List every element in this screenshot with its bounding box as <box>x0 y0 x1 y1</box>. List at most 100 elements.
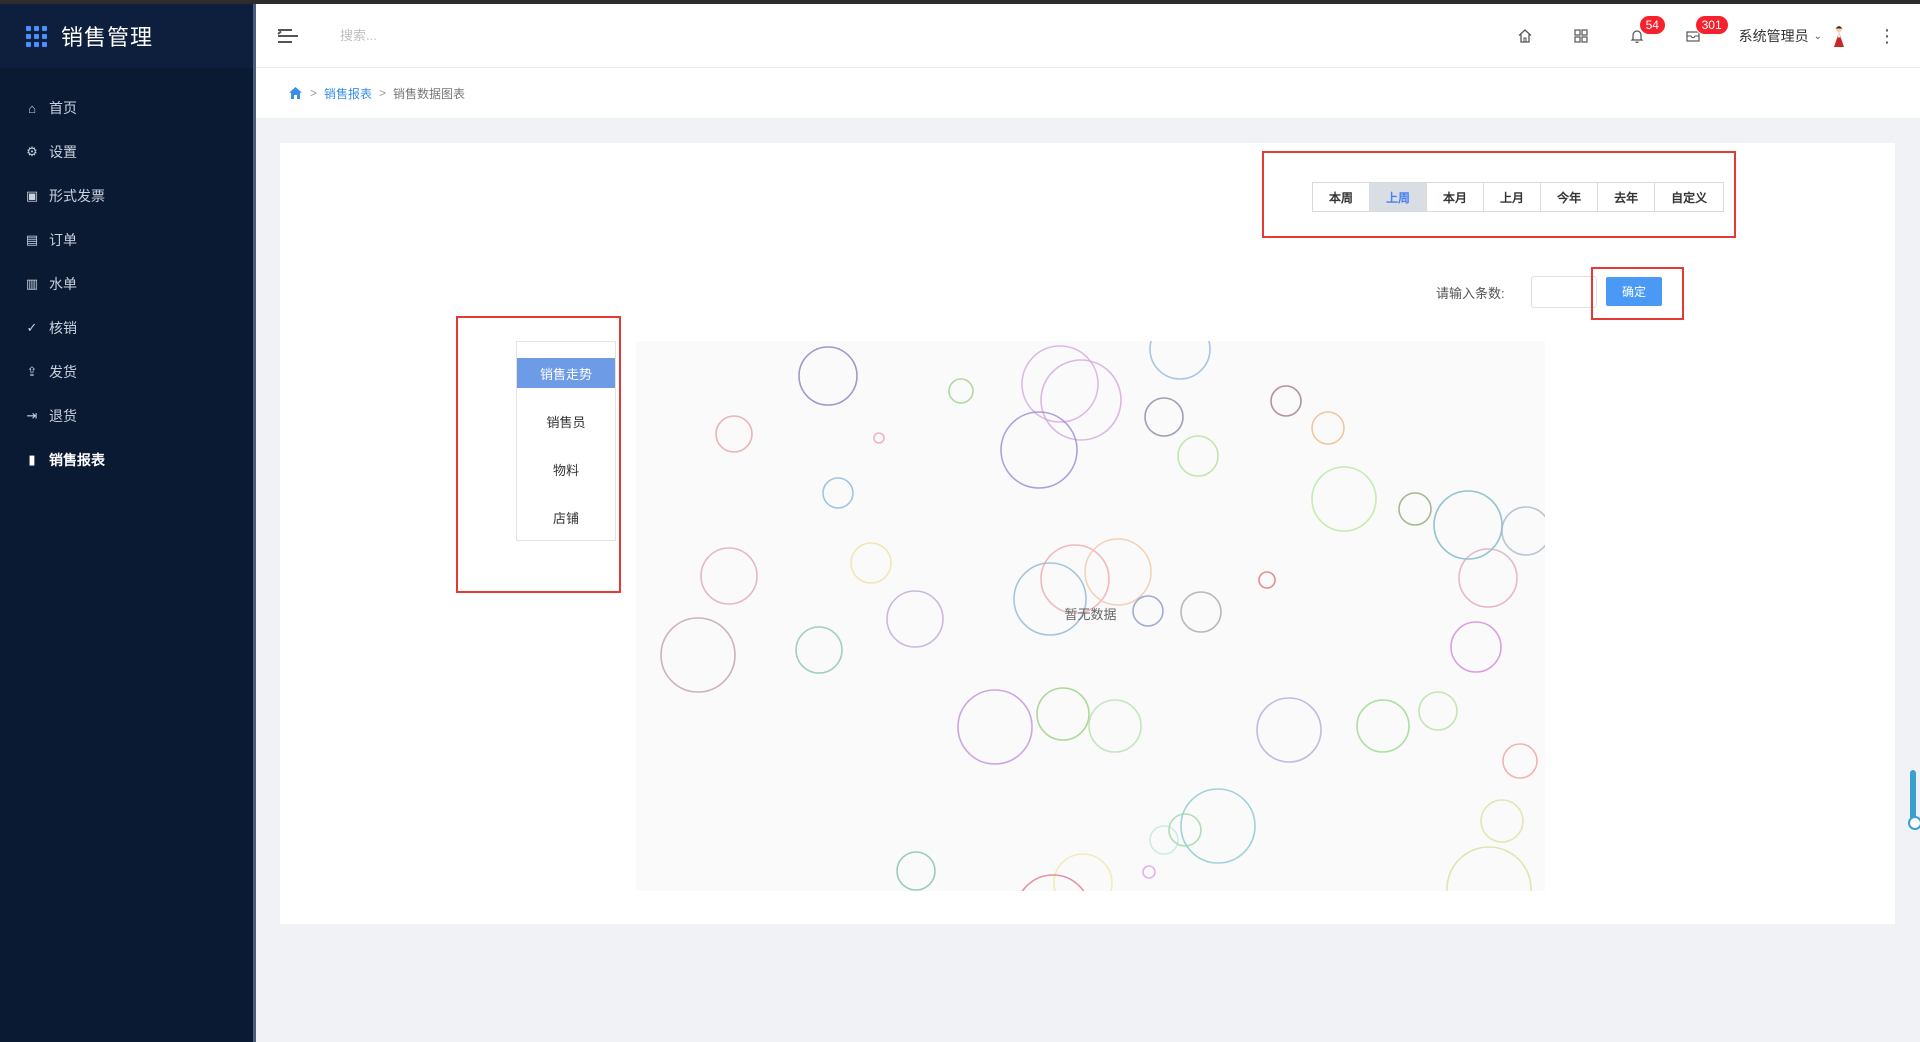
sidebar-item-4[interactable]: ▥ 水单 <box>0 262 253 306</box>
decorative-bubble <box>1501 506 1545 556</box>
messages-button[interactable]: 301 <box>1665 4 1729 68</box>
sidebar-item-label: 核销 <box>49 320 77 336</box>
user-menu[interactable]: 系统管理员 ⌄ <box>1739 25 1846 47</box>
home-icon: ⌂ <box>28 100 36 116</box>
check-circle-icon: ✓ <box>26 320 38 335</box>
period-tab-3[interactable]: 上月 <box>1484 183 1542 211</box>
decorative-bubble <box>700 547 758 605</box>
sidebar-item-0[interactable]: ⌂ 首页 <box>0 86 253 130</box>
decorative-bubble <box>1450 621 1502 673</box>
decorative-bubble <box>1013 562 1087 636</box>
sidebar-menu: ⌂ 首页 ⚙ 设置 ▣ 形式发票 ▤ 订单 ▥ 水单 ✓ 核销 ⇪ 发货 ⇥ 退货 ▮ 销售报表 <box>0 86 253 482</box>
sidebar-item-label: 形式发票 <box>49 188 105 204</box>
sidebar-item-label: 销售报表 <box>49 452 105 468</box>
decorative-bubble <box>1256 697 1322 763</box>
sidebar-item-3[interactable]: ▤ 订单 <box>0 218 253 262</box>
sidebar-item-label: 首页 <box>49 100 77 116</box>
menu-toggle-icon[interactable] <box>277 28 298 44</box>
decorative-bubble <box>1084 538 1152 606</box>
decorative-bubble <box>798 346 858 406</box>
report-tab-1[interactable]: 销售员 <box>517 406 615 436</box>
invoice-icon: ▣ <box>25 188 39 203</box>
receipt-icon: ▥ <box>25 276 39 291</box>
empty-state-text: 暂无数据 <box>1064 607 1117 622</box>
breadcrumb-link-sales-report[interactable]: 销售报表 <box>324 85 372 102</box>
apps-grid-icon <box>26 25 47 47</box>
period-tab-2[interactable]: 本月 <box>1427 183 1485 211</box>
sidebar-item-1[interactable]: ⚙ 设置 <box>0 130 253 174</box>
sidebar-item-8[interactable]: ▮ 销售报表 <box>0 438 253 482</box>
sidebar-item-label: 设置 <box>49 144 77 160</box>
report-tab-0[interactable]: 销售走势 <box>517 358 615 388</box>
messages-badge: 301 <box>1694 15 1729 35</box>
sidebar-item-5[interactable]: ✓ 核销 <box>0 306 253 350</box>
breadcrumb-separator: > <box>379 86 387 100</box>
count-label: 请输入条数: <box>1436 286 1505 301</box>
decorative-bubble <box>1502 743 1538 779</box>
decorative-bubble <box>1458 548 1518 608</box>
bar-chart-icon: ▮ <box>28 452 36 467</box>
decorative-bubble <box>1036 687 1090 741</box>
decorative-bubble <box>822 477 854 509</box>
chart-area: 暂无数据 <box>636 341 1545 891</box>
count-input[interactable] <box>1531 276 1597 308</box>
order-icon: ▤ <box>25 232 39 247</box>
confirm-button[interactable]: 确定 <box>1606 277 1662 306</box>
breadcrumb-separator: > <box>310 86 318 100</box>
sidebar-item-label: 订单 <box>49 232 77 248</box>
period-tab-5[interactable]: 去年 <box>1598 183 1656 211</box>
scroll-handle[interactable] <box>1908 770 1920 830</box>
decorative-bubble <box>1177 435 1219 477</box>
period-tab-4[interactable]: 今年 <box>1541 183 1599 211</box>
decorative-bubble <box>1311 466 1377 532</box>
home-button[interactable] <box>1497 4 1553 68</box>
apps-button[interactable] <box>1553 4 1609 68</box>
sidebar-item-7[interactable]: ⇥ 退货 <box>0 394 253 438</box>
home-icon <box>1518 29 1532 43</box>
decorative-bubble <box>1021 345 1099 423</box>
decorative-bubble <box>1180 788 1256 864</box>
sidebar: 销售管理 ⌂ 首页 ⚙ 设置 ▣ 形式发票 ▤ 订单 ▥ 水单 ✓ 核销 ⇪ 发货 ⇥ 退货 ▮ 销售报表 <box>0 4 256 1042</box>
period-tab-0[interactable]: 本周 <box>1313 183 1371 211</box>
period-tab-6[interactable]: 自定义 <box>1655 183 1724 211</box>
decorative-bubble <box>957 689 1033 765</box>
breadcrumb-current: 销售数据图表 <box>393 86 466 101</box>
sidebar-item-label: 水单 <box>49 276 77 292</box>
decorative-bubble <box>795 626 843 674</box>
app-title: 销售管理 <box>61 25 154 50</box>
user-name: 系统管理员 <box>1738 28 1809 44</box>
decorative-bubble <box>1480 799 1524 843</box>
decorative-bubble <box>873 432 885 444</box>
decorative-bubble <box>1311 411 1345 445</box>
decorative-bubble <box>896 851 936 891</box>
decorative-bubble <box>1040 544 1110 614</box>
notifications-badge: 54 <box>1638 15 1666 35</box>
report-tab-2[interactable]: 物料 <box>517 454 615 484</box>
notifications-button[interactable]: 54 <box>1609 4 1666 68</box>
period-tab-1[interactable]: 上周 <box>1370 183 1428 211</box>
decorative-bubble <box>1149 825 1179 855</box>
decorative-bubble <box>948 378 974 404</box>
brand: 销售管理 <box>0 4 253 68</box>
chevron-down-icon: ⌄ <box>1813 30 1822 42</box>
gear-icon: ⚙ <box>26 144 38 159</box>
more-vertical-icon[interactable]: ⋮ <box>1878 26 1896 47</box>
decorative-bubble <box>1144 397 1184 437</box>
search-input[interactable] <box>340 28 640 43</box>
home-icon[interactable] <box>288 86 303 100</box>
decorative-bubble <box>660 617 736 693</box>
decorative-bubble <box>1446 846 1532 891</box>
sidebar-item-label: 发货 <box>49 364 77 380</box>
breadcrumb: > 销售报表 > 销售数据图表 <box>256 68 1920 118</box>
decorative-bubble <box>1088 699 1142 753</box>
decorative-bubble <box>1000 411 1078 489</box>
report-tab-3[interactable]: 店铺 <box>517 502 615 532</box>
decorative-bubble <box>1356 699 1410 753</box>
sidebar-item-6[interactable]: ⇪ 发货 <box>0 350 253 394</box>
report-tabs: 销售走势销售员物料店铺 <box>516 341 616 541</box>
sidebar-item-2[interactable]: ▣ 形式发票 <box>0 174 253 218</box>
period-tabs: 本周 上周 本月 上月 今年 去年 自定义 <box>1312 182 1725 212</box>
decorative-bubble <box>1040 359 1122 441</box>
decorative-bubble <box>1021 874 1085 891</box>
decorative-bubble <box>1258 571 1276 589</box>
